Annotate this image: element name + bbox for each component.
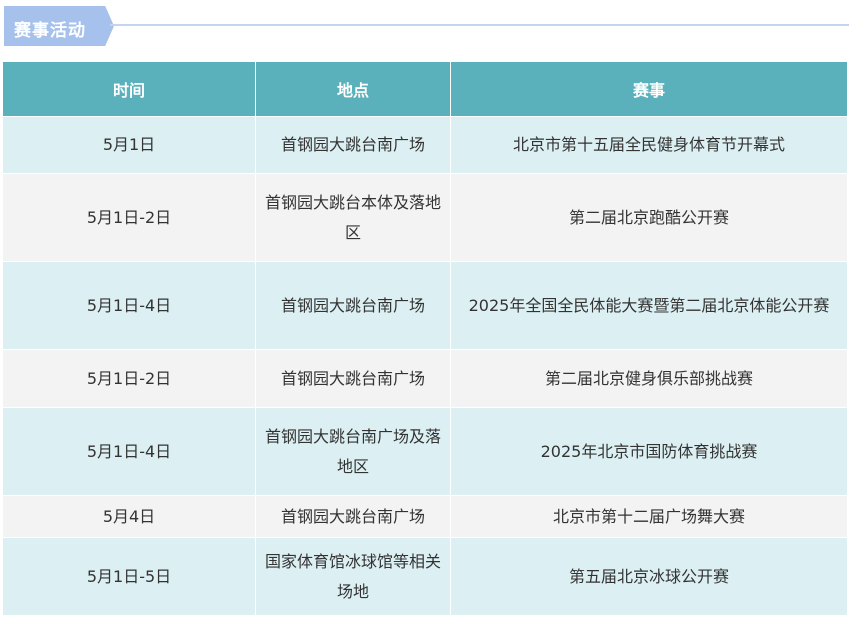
- table-row: 5月1日-5日 国家体育馆冰球馆等相关场地 第五届北京冰球公开赛: [2, 537, 848, 616]
- cell-place: 首钢园大跳台南广场: [255, 495, 451, 538]
- header-event: 赛事: [450, 61, 848, 117]
- header-place: 地点: [255, 61, 451, 117]
- cell-event: 北京市第十二届广场舞大赛: [450, 495, 848, 538]
- cell-event: 2025年北京市国防体育挑战赛: [450, 407, 848, 496]
- table-row: 5月4日 首钢园大跳台南广场 北京市第十二届广场舞大赛: [2, 495, 848, 538]
- table-row: 5月1日-4日 首钢园大跳台南广场 2025年全国全民体能大赛暨第二届北京体能公…: [2, 261, 848, 350]
- cell-event: 第二届北京跑酷公开赛: [450, 173, 848, 262]
- table-row: 5月1日-4日 首钢园大跳台南广场及落地区 2025年北京市国防体育挑战赛: [2, 407, 848, 496]
- header-divider: [110, 24, 849, 26]
- cell-event: 2025年全国全民体能大赛暨第二届北京体能公开赛: [450, 261, 848, 350]
- cell-place: 首钢园大跳台南广场及落地区: [255, 407, 451, 496]
- table-header-row: 时间 地点 赛事: [2, 61, 848, 117]
- cell-time: 5月1日-2日: [2, 349, 256, 408]
- cell-time: 5月1日-4日: [2, 407, 256, 496]
- cell-place: 首钢园大跳台南广场: [255, 349, 451, 408]
- cell-event: 第二届北京健身俱乐部挑战赛: [450, 349, 848, 408]
- table-row: 5月1日-2日 首钢园大跳台本体及落地区 第二届北京跑酷公开赛: [2, 173, 848, 262]
- header-time: 时间: [2, 61, 256, 117]
- section-title: 赛事活动: [14, 21, 86, 41]
- cell-time: 5月1日-4日: [2, 261, 256, 350]
- events-table: 时间 地点 赛事 5月1日 首钢园大跳台南广场 北京市第十五届全民健身体育节开幕…: [2, 61, 848, 616]
- cell-place: 首钢园大跳台本体及落地区: [255, 173, 451, 262]
- cell-time: 5月4日: [2, 495, 256, 538]
- cell-time: 5月1日-5日: [2, 537, 256, 616]
- table-row: 5月1日 首钢园大跳台南广场 北京市第十五届全民健身体育节开幕式: [2, 116, 848, 174]
- cell-time: 5月1日-2日: [2, 173, 256, 262]
- cell-time: 5月1日: [2, 116, 256, 174]
- cell-place: 首钢园大跳台南广场: [255, 261, 451, 350]
- table-row: 5月1日-2日 首钢园大跳台南广场 第二届北京健身俱乐部挑战赛: [2, 349, 848, 408]
- cell-event: 第五届北京冰球公开赛: [450, 537, 848, 616]
- section-header: 赛事活动: [0, 0, 849, 52]
- cell-place: 首钢园大跳台南广场: [255, 116, 451, 174]
- cell-event: 北京市第十五届全民健身体育节开幕式: [450, 116, 848, 174]
- cell-place: 国家体育馆冰球馆等相关场地: [255, 537, 451, 616]
